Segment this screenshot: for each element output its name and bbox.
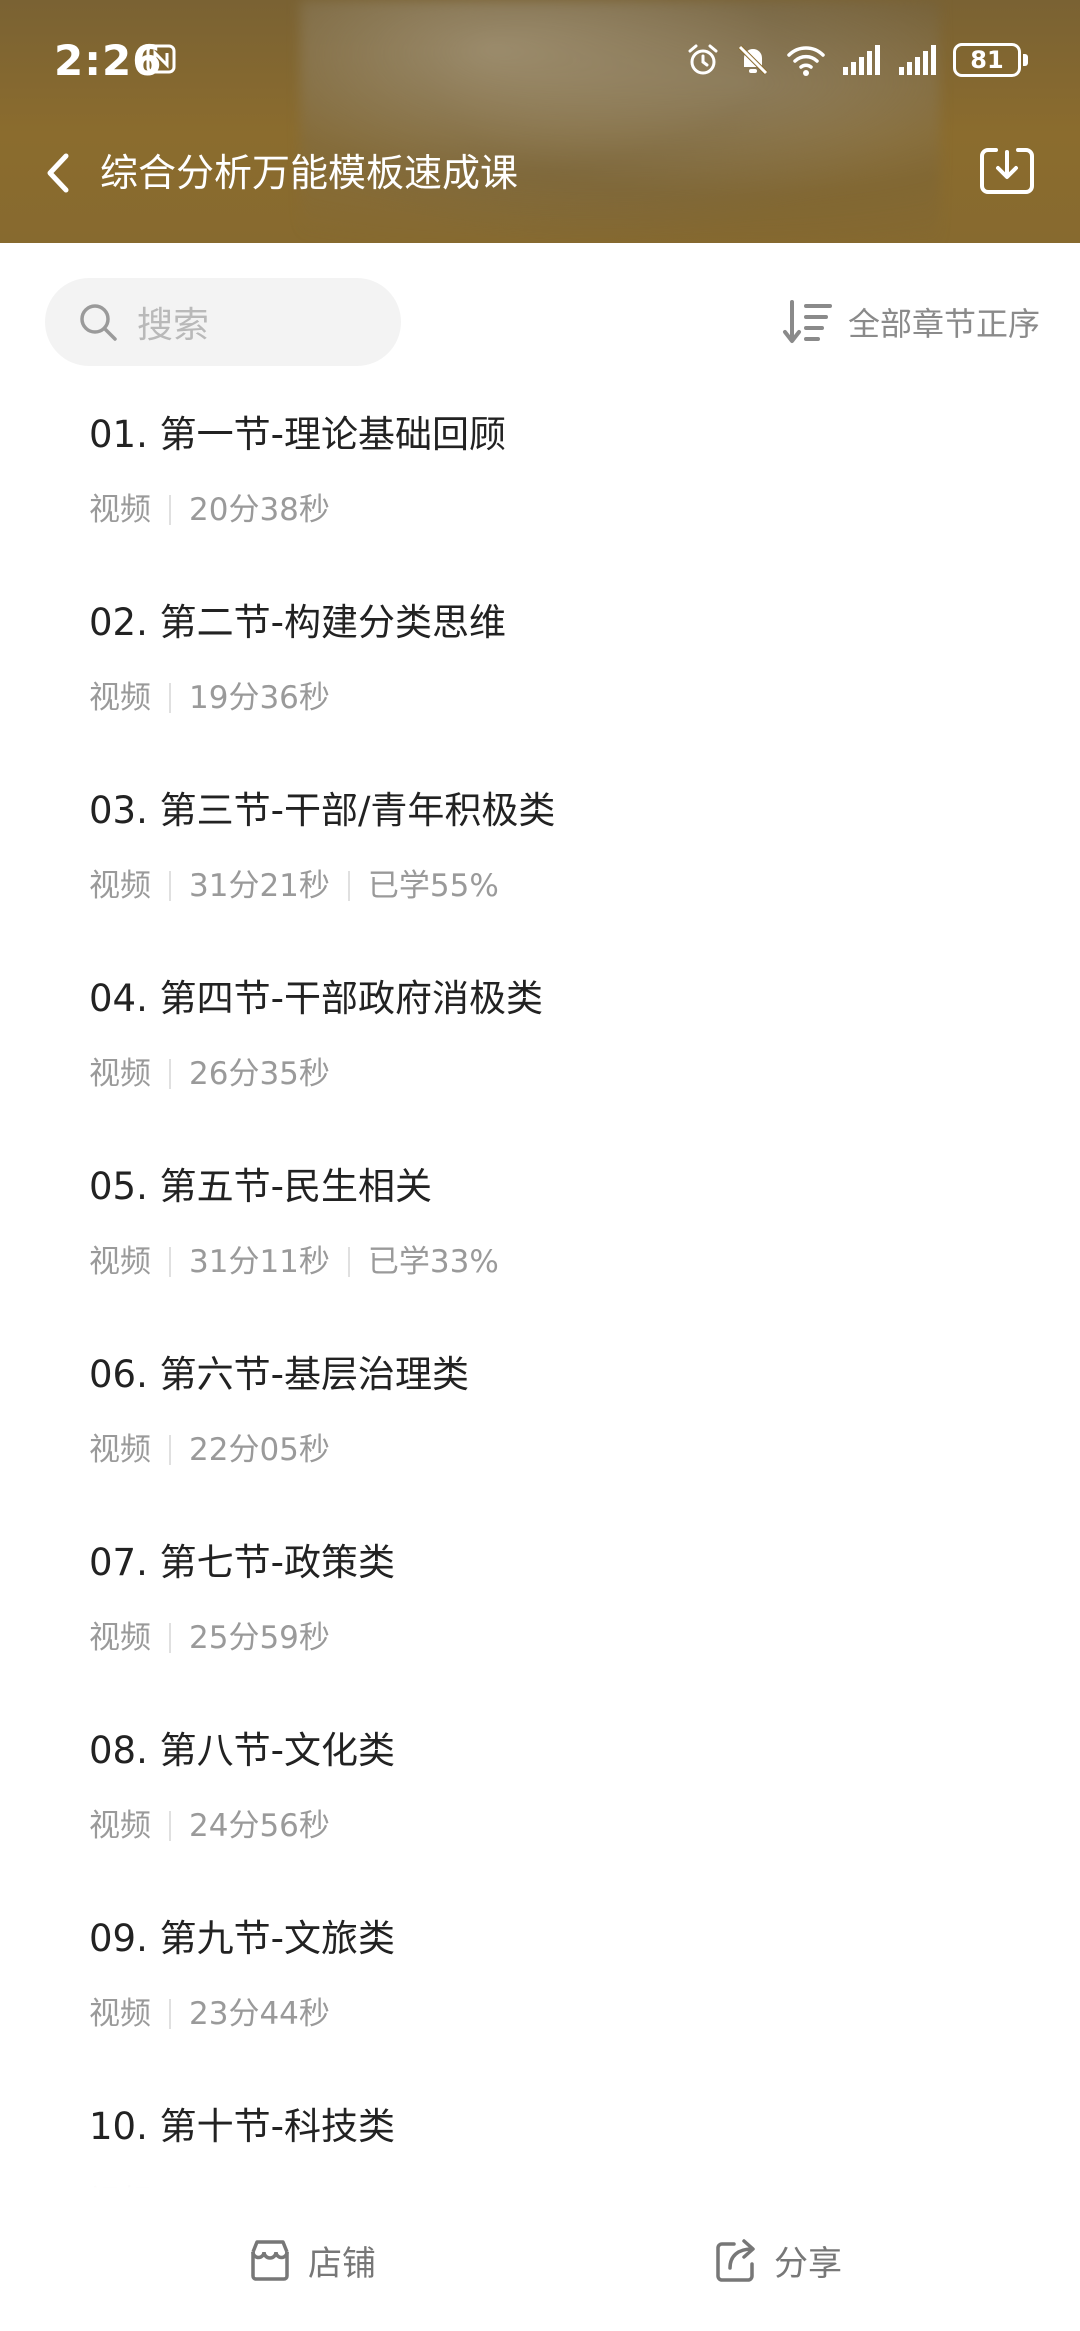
chapter-title: 01. 第一节-理论基础回顾: [89, 413, 506, 456]
chapter-duration: 25分59秒: [189, 1620, 330, 1656]
meta-divider: [169, 1247, 171, 1277]
chapter-type: 视频: [89, 868, 151, 904]
wifi-icon: [785, 42, 827, 78]
chapter-type: 视频: [89, 680, 151, 716]
chapter-duration: 31分11秒: [189, 1244, 330, 1280]
meta-divider: [169, 1623, 171, 1653]
meta-divider: [169, 871, 171, 901]
chapter-meta: 视频 19分36秒: [89, 678, 330, 718]
chapter-title: 07. 第七节-政策类: [89, 1541, 395, 1584]
battery-level: 81: [953, 43, 1021, 77]
chapter-type: 视频: [89, 1620, 151, 1656]
chapter-duration: 22分05秒: [189, 1432, 330, 1468]
meta-divider: [169, 1811, 171, 1841]
chapter-type: 视频: [89, 1432, 151, 1468]
meta-divider: [169, 1059, 171, 1089]
signal-icon: [897, 43, 939, 77]
chapter-title: 08. 第八节-文化类: [89, 1729, 395, 1772]
signal-icon: [841, 43, 883, 77]
chapter-progress: 已学55%: [367, 868, 499, 904]
sort-label: 全部章节正序: [847, 305, 1040, 343]
store-button[interactable]: 店铺: [246, 2230, 376, 2290]
chapter-title: 09. 第九节-文旅类: [89, 1917, 395, 1960]
status-bar: 2:26 81: [0, 0, 1080, 125]
status-icons: 81: [685, 40, 1028, 80]
share-label: 分享: [774, 2243, 842, 2284]
chapter-type: 视频: [89, 492, 151, 528]
meta-divider: [347, 1247, 350, 1277]
chapter-item[interactable]: 07. 第七节-政策类 视频 25分59秒: [0, 1526, 1080, 1714]
chapter-title: 02. 第二节-构建分类思维: [89, 601, 506, 644]
meta-divider: [347, 871, 350, 901]
chapter-type: 视频: [89, 1996, 151, 2032]
back-icon: [47, 153, 69, 193]
download-icon: [980, 148, 1034, 194]
meta-divider: [169, 1435, 171, 1465]
chapter-meta: 视频 23分44秒: [89, 1994, 330, 2034]
meta-divider: [169, 683, 171, 713]
store-icon: [251, 2240, 289, 2281]
course-chapter-screen: 2:26 81 综合分析万能模板速成课 搜索 全部章节正序 01. 第一节-理论…: [0, 0, 1080, 2331]
share-icon: [716, 2239, 755, 2282]
sort-toggle[interactable]: 全部章节正序: [782, 296, 1040, 348]
chapter-meta: 视频 26分35秒: [89, 1054, 330, 1094]
chapter-item[interactable]: 02. 第二节-构建分类思维 视频 19分36秒: [0, 586, 1080, 774]
bottom-bar: 店铺 分享: [0, 2200, 1080, 2331]
chapter-meta: 视频 25分59秒: [89, 1618, 330, 1658]
back-button[interactable]: [36, 146, 86, 200]
chapter-meta: 视频 20分38秒: [89, 490, 330, 530]
chapter-meta: 视频 24分56秒: [89, 1806, 330, 1846]
chapter-title: 06. 第六节-基层治理类: [89, 1353, 469, 1396]
nfc-icon: [146, 44, 176, 74]
chapter-item[interactable]: 03. 第三节-干部/青年积极类 视频 31分21秒 已学55%: [0, 774, 1080, 962]
battery-tip: [1023, 54, 1028, 66]
store-label: 店铺: [308, 2243, 376, 2284]
download-button[interactable]: [978, 144, 1036, 198]
nav-bar: 综合分析万能模板速成课: [0, 130, 1080, 216]
mute-icon: [735, 42, 771, 78]
chapter-meta: 视频 22分05秒: [89, 1430, 330, 1470]
chapter-title: 03. 第三节-干部/青年积极类: [89, 789, 556, 832]
search-icon: [80, 304, 117, 341]
chapter-duration: 26分35秒: [189, 1056, 330, 1092]
chapter-duration: 31分21秒: [189, 868, 330, 904]
chapter-title: 05. 第五节-民生相关: [89, 1165, 432, 1208]
chapter-meta: 视频 31分11秒 已学33%: [89, 1242, 499, 1282]
search-input[interactable]: 搜索: [45, 278, 401, 366]
header: 2:26 81 综合分析万能模板速成课: [0, 0, 1080, 243]
chapter-meta: 视频 31分21秒 已学55%: [89, 866, 499, 906]
alarm-icon: [685, 42, 721, 78]
chapter-duration: 19分36秒: [189, 680, 330, 716]
chapter-item[interactable]: 09. 第九节-文旅类 视频 23分44秒: [0, 1902, 1080, 2090]
chapter-title: 04. 第四节-干部政府消极类: [89, 977, 543, 1020]
chapter-list: 01. 第一节-理论基础回顾 视频 20分38秒 02. 第二节-构建分类思维 …: [0, 398, 1080, 2192]
chapter-type: 视频: [89, 1808, 151, 1844]
search-placeholder: 搜索: [137, 305, 210, 346]
chapter-duration: 20分38秒: [189, 492, 330, 528]
chapter-item[interactable]: 04. 第四节-干部政府消极类 视频 26分35秒: [0, 962, 1080, 1150]
chapter-progress: 已学33%: [367, 1244, 499, 1280]
chapter-item[interactable]: 06. 第六节-基层治理类 视频 22分05秒: [0, 1338, 1080, 1526]
chapter-type: 视频: [89, 1056, 151, 1092]
battery-icon: 81: [953, 43, 1028, 77]
chapter-duration: 24分56秒: [189, 1808, 330, 1844]
chapter-item[interactable]: 05. 第五节-民生相关 视频 31分11秒 已学33%: [0, 1150, 1080, 1338]
meta-divider: [169, 495, 171, 525]
chapter-duration: 23分44秒: [189, 1996, 330, 2032]
chapter-item[interactable]: 08. 第八节-文化类 视频 24分56秒: [0, 1714, 1080, 1902]
chapter-type: 视频: [89, 1244, 151, 1280]
share-button[interactable]: 分享: [712, 2230, 842, 2290]
sort-icon: [782, 300, 832, 343]
page-title: 综合分析万能模板速成课: [100, 151, 519, 195]
meta-divider: [169, 1999, 171, 2029]
list-fade: [0, 2140, 1080, 2200]
chapter-item[interactable]: 01. 第一节-理论基础回顾 视频 20分38秒: [0, 398, 1080, 586]
